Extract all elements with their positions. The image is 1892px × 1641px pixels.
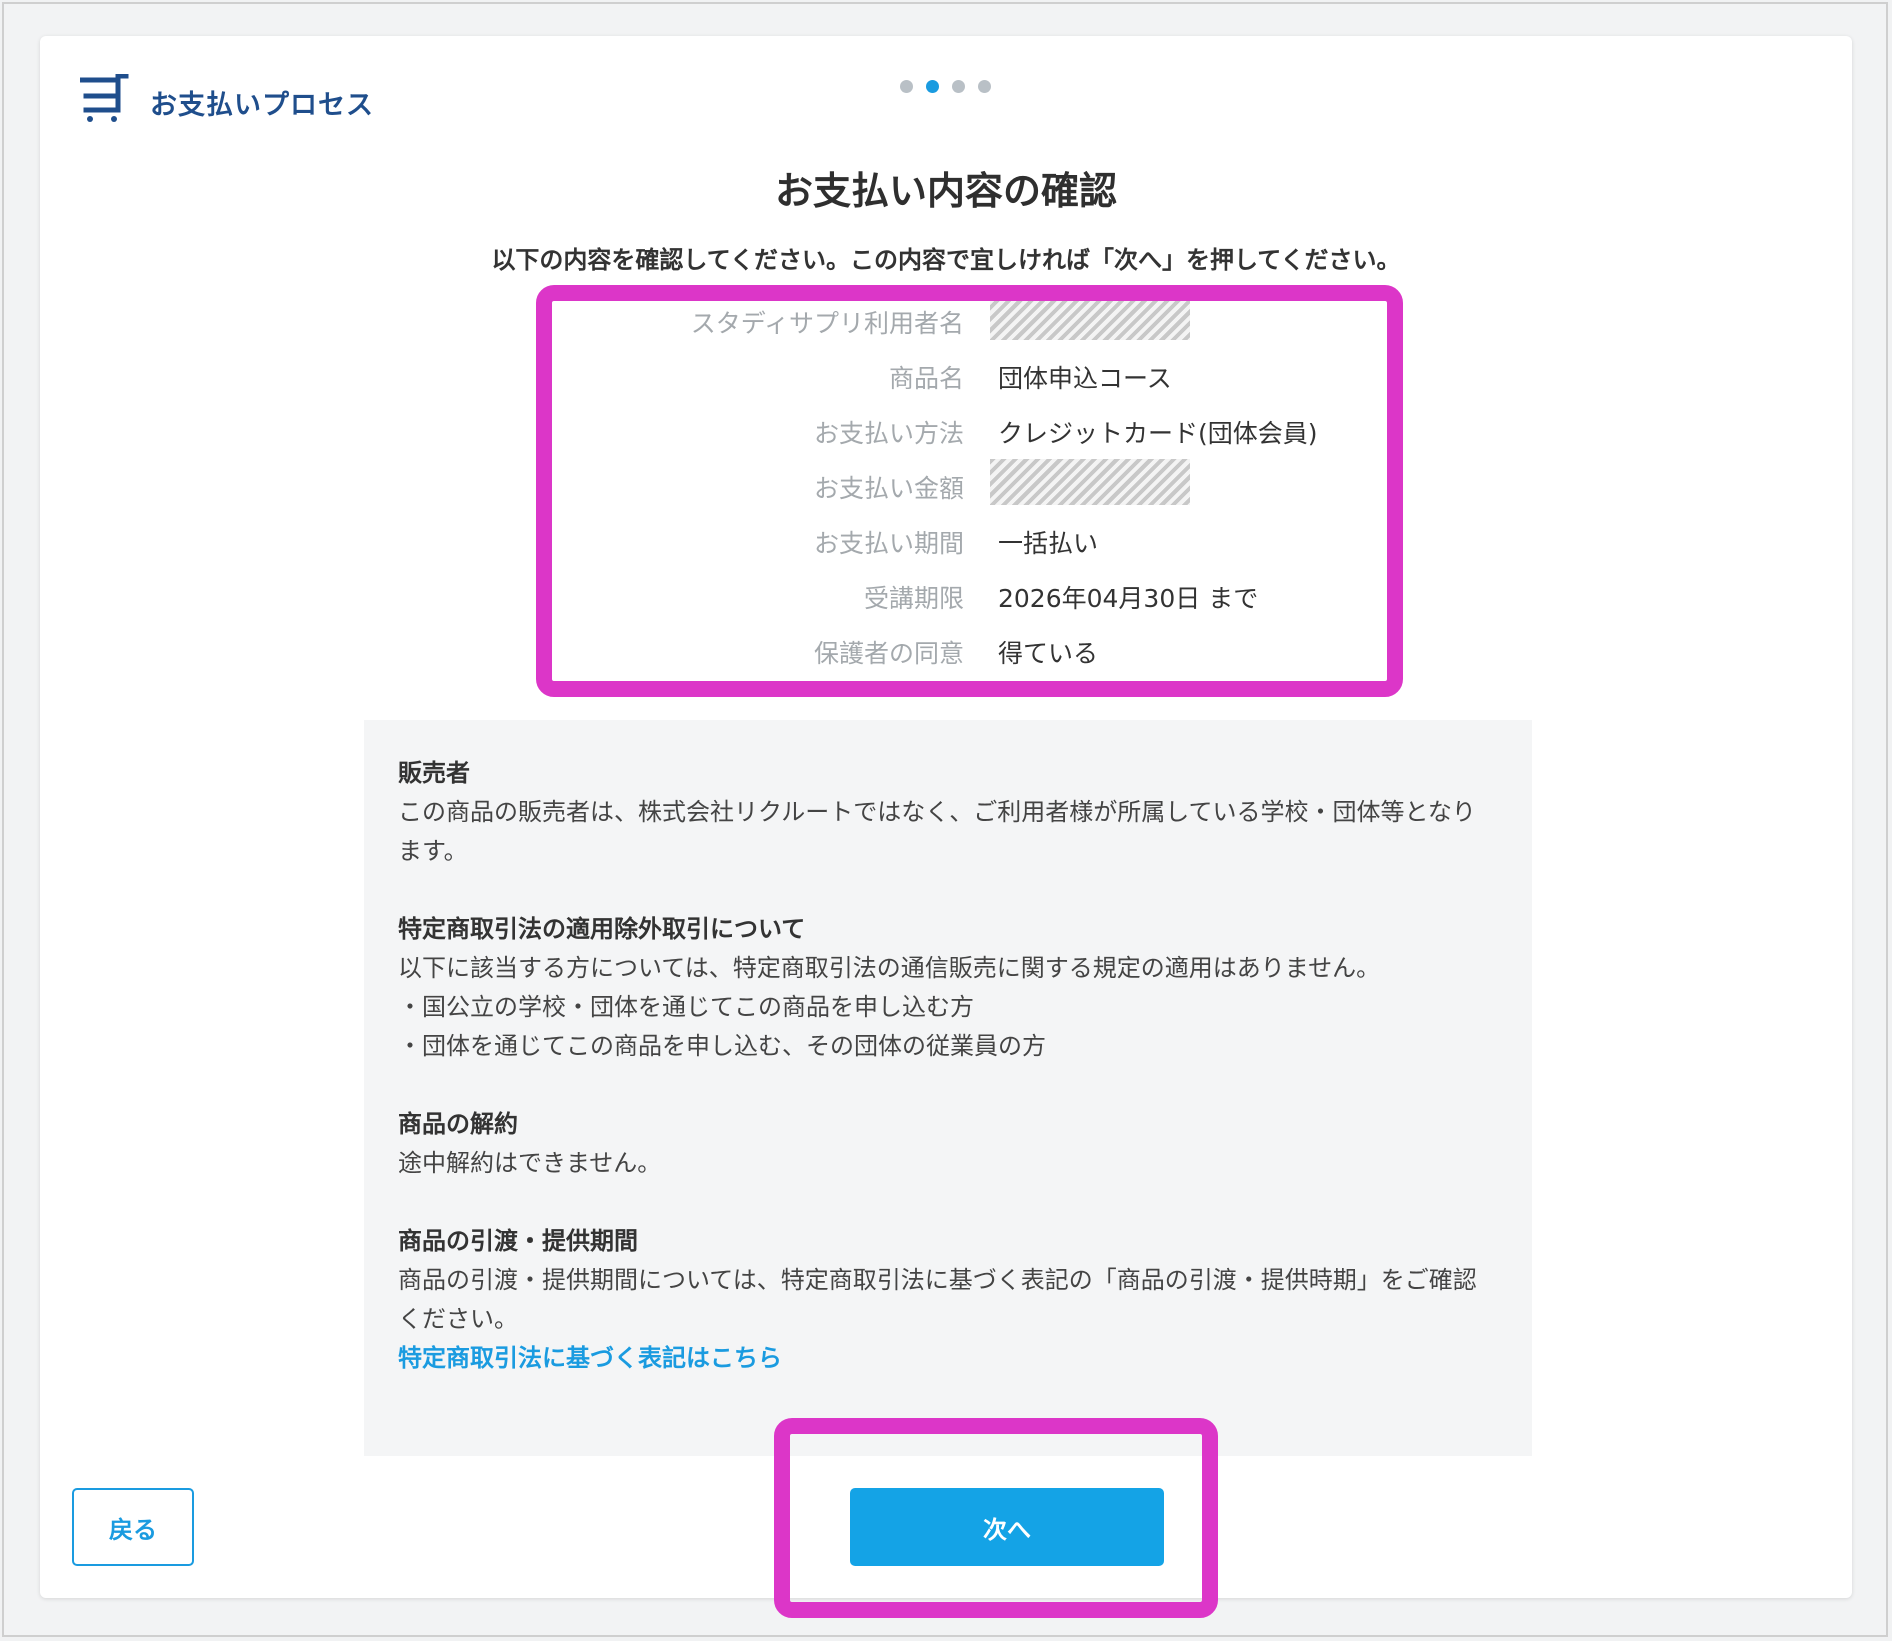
section-body: この商品の販売者は、株式会社リクルートではなく、ご利用者様が所属している学校・団… [398, 798, 1476, 865]
section-heading: 商品の引渡・提供期間 [398, 1227, 638, 1255]
summary-row-period: お支払い期間 一括払い [554, 514, 1394, 569]
payment-summary: スタディサプリ利用者名 商品名 団体申込コース お支払い方法 クレジットカード(… [554, 294, 1394, 679]
step-dot-2-current [926, 80, 939, 93]
payment-card: お支払いプロセス お支払い内容の確認 以下の内容を確認してください。この内容で宜… [40, 36, 1852, 1598]
step-dot-1 [900, 80, 913, 93]
summary-value: 得ている [998, 639, 1099, 668]
step-dot-3 [952, 80, 965, 93]
section-heading: 商品の解約 [398, 1110, 518, 1138]
section-body: 以下に該当する方については、特定商取引法の通信販売に関する規定の適用はありません… [398, 954, 1381, 982]
seller-section: 販売者 この商品の販売者は、株式会社リクルートではなく、ご利用者様が所属している… [398, 754, 1498, 871]
summary-value: 2026年04月30日 まで [998, 584, 1259, 613]
back-button[interactable]: 戻る [72, 1488, 194, 1566]
summary-row-method: お支払い方法 クレジットカード(団体会員) [554, 404, 1394, 459]
step-dot-4 [978, 80, 991, 93]
app-title: お支払いプロセス [150, 89, 374, 121]
section-body: 商品の引渡・提供期間については、特定商取引法に基づく表記の「商品の引渡・提供時期… [398, 1266, 1477, 1333]
exempt-section: 特定商取引法の適用除外取引について 以下に該当する方については、特定商取引法の通… [398, 910, 1498, 1066]
cart-icon [79, 73, 130, 130]
list-item: ・団体を通じてこの商品を申し込む、その団体の従業員の方 [398, 1032, 1046, 1060]
section-heading: 販売者 [398, 759, 470, 787]
summary-label: スタディサプリ利用者名 [690, 309, 964, 338]
summary-row-amount: お支払い金額 [554, 459, 1394, 514]
summary-label: お支払い期間 [813, 529, 964, 558]
summary-row-consent: 保護者の同意 得ている [554, 624, 1394, 679]
cancel-section: 商品の解約 途中解約はできません。 [398, 1105, 1498, 1183]
screenshot-frame: お支払いプロセス お支払い内容の確認 以下の内容を確認してください。この内容で宜… [2, 2, 1888, 1637]
summary-label: お支払い方法 [813, 419, 964, 448]
section-body: 途中解約はできません。 [398, 1149, 662, 1177]
delivery-section: 商品の引渡・提供期間 商品の引渡・提供期間については、特定商取引法に基づく表記の… [398, 1222, 1498, 1378]
header-brand: お支払いプロセス [79, 73, 374, 130]
next-button[interactable]: 次へ [850, 1488, 1164, 1566]
commerce-law-link[interactable]: 特定商取引法に基づく表記はこちら [398, 1344, 782, 1372]
summary-label: 商品名 [888, 364, 964, 393]
summary-value: 団体申込コース [998, 364, 1172, 393]
terms-info-box: 販売者 この商品の販売者は、株式会社リクルートではなく、ご利用者様が所属している… [364, 720, 1532, 1456]
summary-label: 受講期限 [863, 584, 964, 613]
page-subtitle: 以下の内容を確認してください。この内容で宜しければ「次へ」を押してください。 [491, 246, 1401, 274]
summary-row-deadline: 受講期限 2026年04月30日 まで [554, 569, 1394, 624]
summary-value: 一括払い [998, 529, 1099, 558]
step-indicator [900, 80, 991, 93]
summary-value: クレジットカード(団体会員) [998, 419, 1318, 448]
redacted-value [990, 459, 1190, 505]
section-heading: 特定商取引法の適用除外取引について [398, 915, 806, 943]
list-item: ・国公立の学校・団体を通じてこの商品を申し込む方 [398, 993, 974, 1021]
page-title: お支払い内容の確認 [774, 169, 1117, 213]
summary-row-product: 商品名 団体申込コース [554, 349, 1394, 404]
summary-row-user: スタディサプリ利用者名 [554, 294, 1394, 349]
summary-label: お支払い金額 [813, 474, 964, 503]
redacted-value [990, 294, 1190, 340]
summary-label: 保護者の同意 [813, 639, 964, 668]
